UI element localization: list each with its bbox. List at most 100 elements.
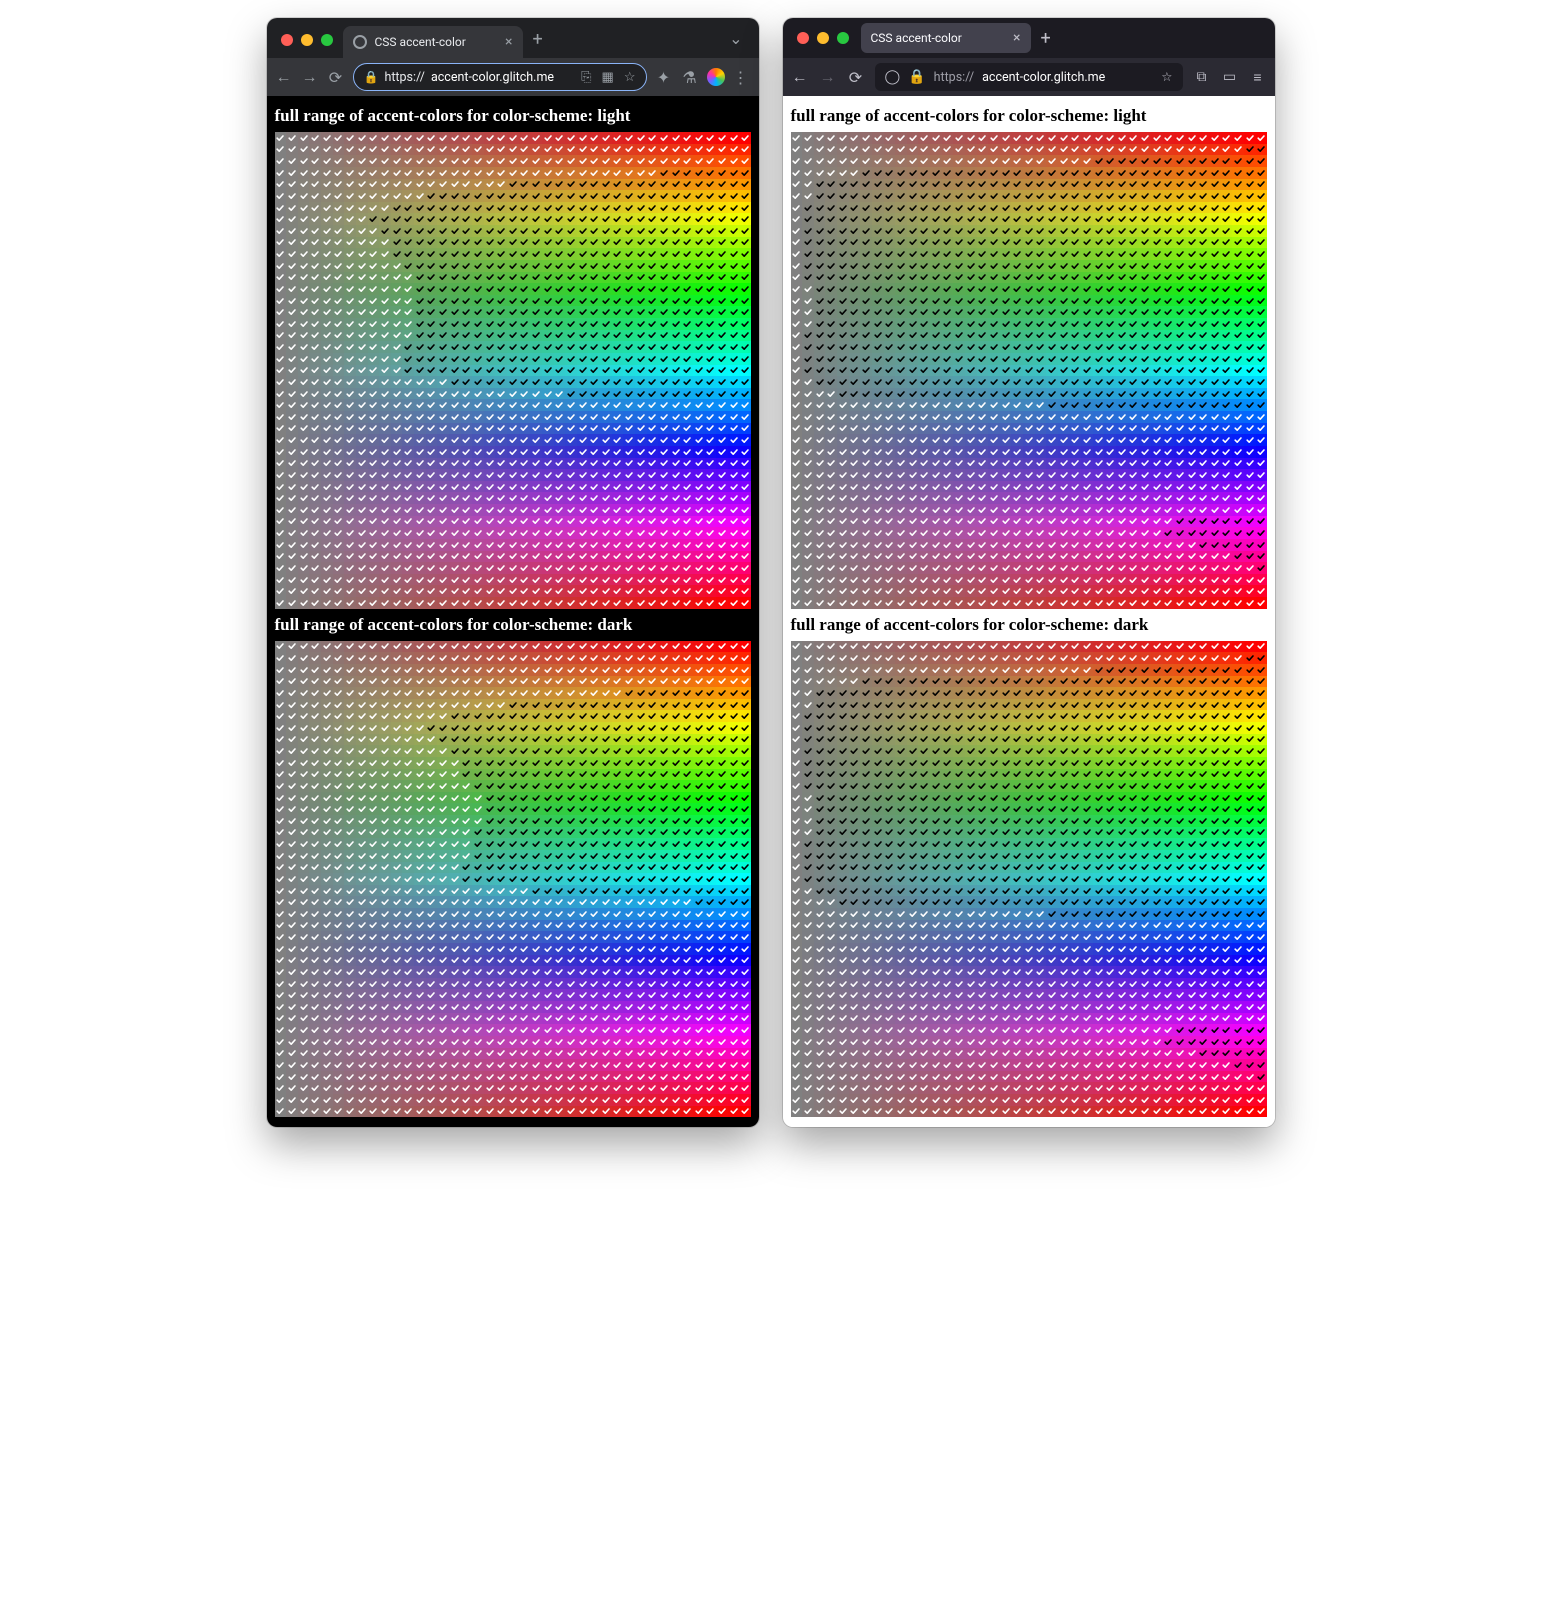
checkbox[interactable] xyxy=(530,597,542,609)
checkbox[interactable] xyxy=(519,1082,531,1094)
checkbox[interactable] xyxy=(740,734,752,746)
checkbox[interactable] xyxy=(588,1036,600,1048)
checkbox[interactable] xyxy=(356,862,368,874)
checkbox[interactable] xyxy=(437,469,449,481)
checkbox[interactable] xyxy=(519,248,531,260)
checkbox[interactable] xyxy=(391,780,403,792)
checkbox[interactable] xyxy=(588,896,600,908)
checkbox[interactable] xyxy=(1244,237,1256,249)
checkbox[interactable] xyxy=(872,411,884,423)
checkbox[interactable] xyxy=(554,850,566,862)
checkbox[interactable] xyxy=(647,745,659,757)
checkbox[interactable] xyxy=(658,862,670,874)
checkbox[interactable] xyxy=(495,676,507,688)
checkbox[interactable] xyxy=(333,652,345,664)
checkbox[interactable] xyxy=(635,1048,647,1060)
checkbox[interactable] xyxy=(612,780,624,792)
checkbox[interactable] xyxy=(740,745,752,757)
checkbox[interactable] xyxy=(356,1013,368,1025)
checkbox[interactable] xyxy=(872,516,884,528)
checkbox[interactable] xyxy=(461,803,473,815)
checkbox[interactable] xyxy=(918,306,930,318)
checkbox[interactable] xyxy=(565,283,577,295)
checkbox[interactable] xyxy=(275,1001,287,1013)
checkbox[interactable] xyxy=(1128,318,1140,330)
checkbox[interactable] xyxy=(286,769,298,781)
checkbox[interactable] xyxy=(275,676,287,688)
checkbox[interactable] xyxy=(588,144,600,156)
checkbox[interactable] xyxy=(600,734,612,746)
checkbox[interactable] xyxy=(1023,237,1035,249)
checkbox[interactable] xyxy=(588,664,600,676)
checkbox[interactable] xyxy=(860,341,872,353)
checkbox[interactable] xyxy=(1174,306,1186,318)
checkbox[interactable] xyxy=(356,376,368,388)
checkbox[interactable] xyxy=(379,341,391,353)
checkbox[interactable] xyxy=(309,516,321,528)
checkbox[interactable] xyxy=(495,225,507,237)
checkbox[interactable] xyxy=(658,1001,670,1013)
checkbox[interactable] xyxy=(286,353,298,365)
checkbox[interactable] xyxy=(612,527,624,539)
checkbox[interactable] xyxy=(728,295,740,307)
checkbox[interactable] xyxy=(791,527,803,539)
checkbox[interactable] xyxy=(379,780,391,792)
checkbox[interactable] xyxy=(693,966,705,978)
checkbox[interactable] xyxy=(1104,225,1116,237)
checkbox[interactable] xyxy=(1209,306,1221,318)
checkbox[interactable] xyxy=(449,652,461,664)
checkbox[interactable] xyxy=(953,376,965,388)
checkbox[interactable] xyxy=(542,551,554,563)
checkbox[interactable] xyxy=(635,827,647,839)
checkbox[interactable] xyxy=(988,213,1000,225)
checkbox[interactable] xyxy=(1058,458,1070,470)
checkbox[interactable] xyxy=(368,585,380,597)
checkbox[interactable] xyxy=(1197,318,1209,330)
checkbox[interactable] xyxy=(402,1059,414,1071)
checkbox[interactable] xyxy=(298,272,310,284)
checkbox[interactable] xyxy=(635,504,647,516)
checkbox[interactable] xyxy=(825,492,837,504)
checkbox[interactable] xyxy=(930,144,942,156)
checkbox[interactable] xyxy=(600,1059,612,1071)
checkbox[interactable] xyxy=(565,260,577,272)
checkbox[interactable] xyxy=(530,652,542,664)
checkbox[interactable] xyxy=(588,434,600,446)
checkbox[interactable] xyxy=(275,190,287,202)
checkbox[interactable] xyxy=(705,641,717,653)
checkbox[interactable] xyxy=(1035,434,1047,446)
checkbox[interactable] xyxy=(286,838,298,850)
checkbox[interactable] xyxy=(1221,318,1233,330)
checkbox[interactable] xyxy=(705,757,717,769)
checkbox[interactable] xyxy=(402,803,414,815)
checkbox[interactable] xyxy=(1116,260,1128,272)
checkbox[interactable] xyxy=(519,815,531,827)
checkbox[interactable] xyxy=(461,873,473,885)
checkbox[interactable] xyxy=(612,225,624,237)
checkbox[interactable] xyxy=(623,885,635,897)
checkbox[interactable] xyxy=(658,943,670,955)
checkbox[interactable] xyxy=(588,341,600,353)
checkbox[interactable] xyxy=(472,562,484,574)
checkbox[interactable] xyxy=(507,803,519,815)
checkbox[interactable] xyxy=(286,551,298,563)
checkbox[interactable] xyxy=(705,873,717,885)
checkbox[interactable] xyxy=(1221,481,1233,493)
checkbox[interactable] xyxy=(275,838,287,850)
checkbox[interactable] xyxy=(612,1048,624,1060)
checkbox[interactable] xyxy=(693,664,705,676)
checkbox[interactable] xyxy=(623,597,635,609)
checkbox[interactable] xyxy=(647,539,659,551)
checkbox[interactable] xyxy=(1116,190,1128,202)
checkbox[interactable] xyxy=(1174,411,1186,423)
checkbox[interactable] xyxy=(449,492,461,504)
checkbox[interactable] xyxy=(1093,225,1105,237)
checkbox[interactable] xyxy=(565,792,577,804)
checkbox[interactable] xyxy=(658,283,670,295)
checkbox[interactable] xyxy=(716,920,728,932)
checkbox[interactable] xyxy=(588,353,600,365)
checkbox[interactable] xyxy=(472,838,484,850)
checkbox[interactable] xyxy=(333,446,345,458)
checkbox[interactable] xyxy=(612,815,624,827)
checkbox[interactable] xyxy=(600,144,612,156)
